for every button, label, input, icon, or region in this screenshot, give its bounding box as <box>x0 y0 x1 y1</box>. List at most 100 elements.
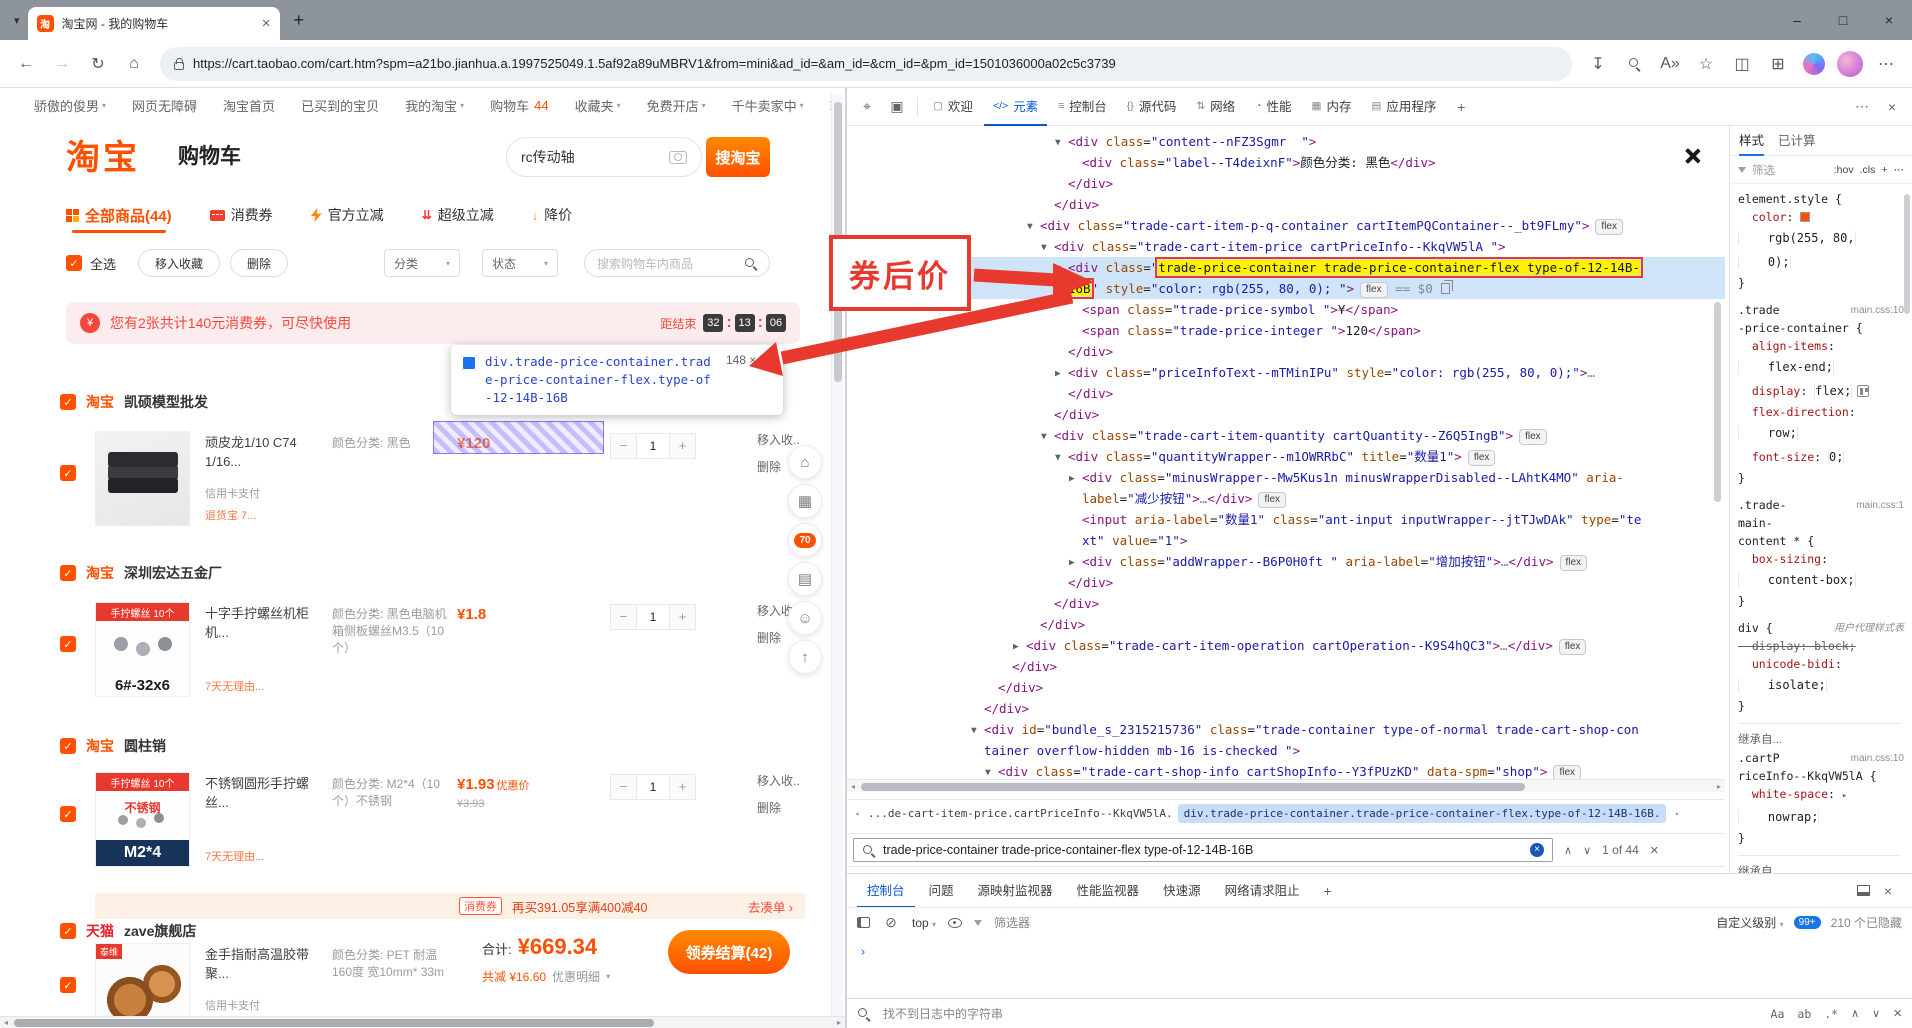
code-line[interactable]: ▼ <div class="trade-price-container trade… <box>847 257 1725 278</box>
code-line[interactable]: </div> <box>847 173 1725 194</box>
scan-icon[interactable]: ▦ <box>788 484 822 518</box>
back-icon[interactable]: ← <box>10 48 42 80</box>
code-line[interactable]: tainer overflow-hidden mb-16 is-checked … <box>847 740 1725 761</box>
flex-badge[interactable]: flex <box>1553 765 1581 779</box>
code-line[interactable]: <span class="trade-price-integer ">120</… <box>847 320 1725 341</box>
css-line[interactable]: color: <box>1738 208 1908 226</box>
styles-toolbar-button[interactable]: + <box>1881 164 1887 176</box>
search-icon[interactable] <box>744 257 757 270</box>
cart-icon[interactable]: 70 <box>788 523 822 557</box>
code-line[interactable]: </div> <box>847 593 1725 614</box>
styles-toolbar-button[interactable]: :hov <box>1834 164 1854 176</box>
css-line[interactable]: flex-end; <box>1738 355 1908 379</box>
css-line[interactable]: 用户代理样式表 div { <box>1738 619 1908 637</box>
search-button[interactable]: 搜淘宝 <box>706 137 770 177</box>
cart-action-button[interactable]: 删除 <box>230 249 289 277</box>
code-line[interactable]: ▶ <div class="trade-cart-item-operation c… <box>847 635 1725 656</box>
close-drawer-icon[interactable]: × <box>1874 877 1902 905</box>
code-line[interactable]: 16B" style="color: rgb(255, 80, 0); "> fl… <box>847 278 1725 299</box>
item-service-link[interactable]: 7天无理由... <box>205 848 264 864</box>
cart-select[interactable]: 分类 ▾ <box>384 249 461 277</box>
code-line[interactable]: <div class="label--T4deixnF">颜色分类: 黑色</d… <box>847 152 1725 173</box>
css-line[interactable]: display: block; <box>1738 637 1908 655</box>
scrollbar-thumb[interactable] <box>14 1019 654 1027</box>
site-nav-link[interactable]: 网页无障碍 <box>132 96 197 115</box>
stylesheet-link[interactable]: main.css:1 <box>1856 497 1904 515</box>
color-swatch-icon[interactable] <box>1800 212 1811 222</box>
css-line[interactable]: display: flex; <box>1738 379 1908 403</box>
code-line[interactable]: ▼ <div class="quantityWrapper--m1OWRRbC" … <box>847 446 1725 467</box>
cart-tab[interactable]: 全部商品(44) <box>66 205 172 233</box>
code-line[interactable]: </div> <box>847 698 1725 719</box>
elements-vertical-scrollbar[interactable] <box>1713 132 1722 772</box>
shop-name-link[interactable]: 深圳宏达五金厂 <box>124 563 222 583</box>
devtools-tab[interactable]: ▢ 欢迎 <box>924 88 982 126</box>
devtools-tab[interactable]: </> 元素 <box>983 88 1048 126</box>
split-screen-icon[interactable]: ◫ <box>1726 48 1758 80</box>
select-all-checkbox[interactable]: ✓ <box>66 255 82 271</box>
item-title[interactable]: 金手指耐高温胶带聚... <box>205 945 329 983</box>
site-nav-link[interactable]: 收藏夹 ▾ <box>575 96 621 115</box>
drawer-tab[interactable]: 问题 <box>919 874 964 908</box>
shop-name-link[interactable]: zave旗舰店 <box>124 921 196 941</box>
flex-badge[interactable]: flex <box>1558 639 1587 655</box>
stylesheet-link[interactable]: main.css:10 <box>1851 750 1904 768</box>
clear-console-icon[interactable]: ⊘ <box>882 909 900 937</box>
shop-checkbox[interactable]: ✓ <box>60 565 76 581</box>
favorites-star-icon[interactable]: ☆ <box>1690 48 1722 80</box>
styles-toolbar-button[interactable]: ⋯ <box>1894 164 1905 176</box>
profile-avatar[interactable] <box>1837 50 1863 77</box>
elements-horizontal-scrollbar[interactable]: ◂ ▸ <box>847 779 1725 792</box>
item-checkbox[interactable]: ✓ <box>60 636 76 652</box>
product-image[interactable] <box>95 431 190 526</box>
device-toolbar-icon[interactable]: ▣ <box>883 93 911 121</box>
address-bar[interactable]: https://cart.taobao.com/cart.htm?spm=a21… <box>160 46 1572 81</box>
coupon-banner[interactable]: ¥ 您有2张共计140元消费券，可尽快使用 距结束 32:13:06 <box>66 302 800 344</box>
code-line[interactable]: </div> <box>847 677 1725 698</box>
tab-close-icon[interactable]: × <box>262 15 271 32</box>
item-checkbox[interactable]: ✓ <box>60 465 76 481</box>
new-tab-icon[interactable]: + <box>294 10 305 31</box>
taobao-logo[interactable]: 淘宝 <box>66 130 140 179</box>
shop-checkbox[interactable]: ✓ <box>60 394 76 410</box>
zoom-icon[interactable] <box>1618 48 1650 80</box>
product-image[interactable]: 手拧螺丝 10个 不锈钢 M2*4 <box>95 772 190 867</box>
search-input[interactable]: rc传动轴 <box>506 137 702 177</box>
quantity-value[interactable]: 1 <box>636 434 670 458</box>
product-image[interactable]: 手拧螺丝 10个 6#-32x6 <box>95 602 190 697</box>
styles-tab[interactable]: 已计算 <box>1778 126 1816 156</box>
inspect-icon[interactable]: ⌖ <box>853 93 881 121</box>
css-line[interactable]: riceInfo--KkqVW5lA { <box>1738 767 1908 785</box>
search-input[interactable]: trade-price-container trade-price-contai… <box>853 838 1553 862</box>
tab-search-icon[interactable]: ▾ <box>14 14 20 27</box>
css-line[interactable]: } <box>1738 469 1908 487</box>
code-line[interactable]: <input aria-label="数量1" class="ant-input… <box>847 509 1725 530</box>
cart-tab[interactable]: ↓ 降价 <box>532 205 573 225</box>
scroll-right-icon[interactable]: ▸ <box>833 1018 845 1027</box>
css-line[interactable]: font-size: 0; <box>1738 445 1908 469</box>
css-line[interactable]: row; <box>1738 421 1908 445</box>
clear-search-icon[interactable]: × <box>1530 843 1544 857</box>
styles-filter-placeholder[interactable]: 筛选 <box>1752 162 1828 178</box>
close-find-icon[interactable]: × <box>1893 1005 1902 1022</box>
site-nav-link[interactable]: 千牛卖家中 ▾ <box>732 96 804 115</box>
decrease-button[interactable]: − <box>611 434 636 458</box>
css-line[interactable]: nowrap; <box>1738 805 1908 829</box>
breadcrumb-scroll-right-icon[interactable]: ▸ <box>1671 809 1683 818</box>
devtools-tab[interactable]: {} 源代码 <box>1118 88 1186 126</box>
code-line[interactable]: </div> <box>847 572 1725 593</box>
scrollbar-thumb[interactable] <box>1714 302 1721 502</box>
console-body[interactable]: › <box>847 937 1912 998</box>
discount-detail-link[interactable]: 优惠明细 <box>552 968 600 985</box>
move-to-favorites-link[interactable]: 移入收.. <box>757 772 800 789</box>
stylesheet-link[interactable]: main.css:10 <box>1851 302 1904 320</box>
item-service-link[interactable]: 7天无理由... <box>205 678 264 694</box>
item-title[interactable]: 十字手拧螺丝机柜机... <box>205 604 329 642</box>
css-line[interactable]: flex-direction: <box>1738 403 1908 421</box>
styles-tab[interactable]: 样式 <box>1739 126 1765 156</box>
styles-scrollbar[interactable] <box>1904 184 1911 864</box>
decrease-button[interactable]: − <box>611 605 636 629</box>
drawer-tab[interactable]: 控制台 <box>857 874 915 908</box>
flex-badge[interactable]: flex <box>1360 282 1388 298</box>
quantity-value[interactable]: 1 <box>636 605 670 629</box>
